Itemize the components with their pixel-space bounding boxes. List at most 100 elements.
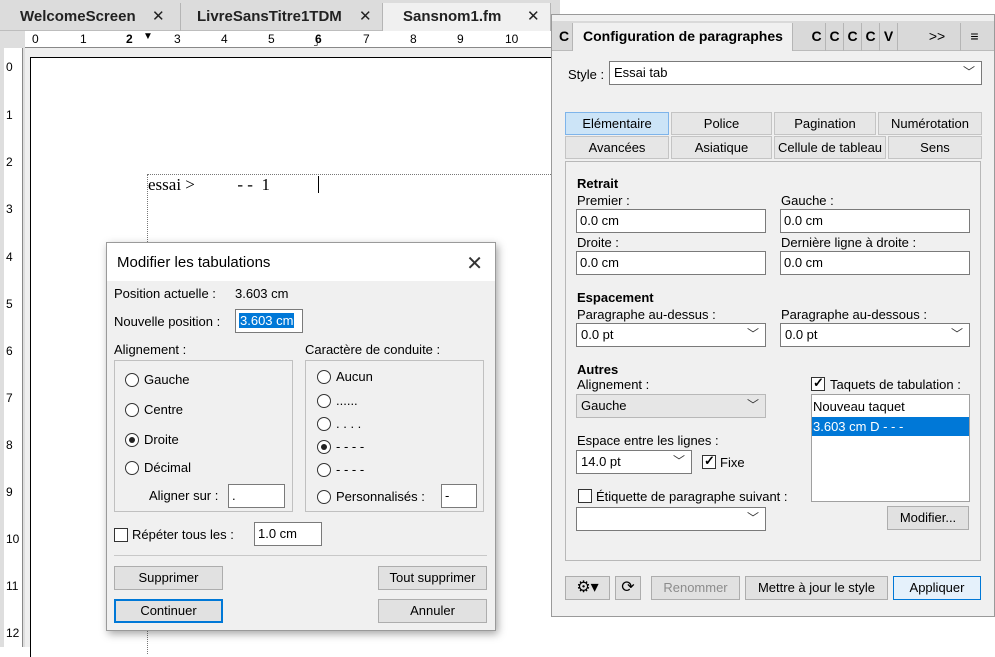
space-below-value: 0.0 pt bbox=[785, 327, 818, 342]
vertical-ruler: 0 1 2 3 4 5 6 7 8 9 10 11 12 bbox=[4, 48, 23, 647]
document-tab-bar: WelcomeScreen ✕ LivreSansTitre1TDM ✕ San… bbox=[0, 0, 560, 31]
apply-button[interactable]: Appliquer bbox=[893, 576, 981, 600]
doc-tab-label: Sansnom1.fm bbox=[403, 8, 502, 25]
right-indent-input[interactable]: 0.0 cm bbox=[576, 251, 766, 275]
refresh-icon[interactable]: ⟳ bbox=[615, 576, 641, 600]
delete-all-button[interactable]: Tout supprimer bbox=[378, 566, 487, 590]
edit-tab-stops-dialog: Modifier les tabulations ✕ Position actu… bbox=[106, 242, 496, 631]
radio-label: Gauche bbox=[144, 372, 190, 387]
list-item[interactable]: Nouveau taquet bbox=[812, 397, 969, 416]
align-decimal-radio[interactable]: Décimal bbox=[125, 460, 191, 475]
continue-button[interactable]: Continuer bbox=[114, 599, 223, 623]
doc-tab-welcomescreen[interactable]: WelcomeScreen ✕ bbox=[0, 3, 181, 31]
panel-tab-collapsed[interactable]: C bbox=[844, 23, 862, 51]
ruler-number: 11 bbox=[6, 579, 19, 593]
close-icon[interactable]: ✕ bbox=[527, 7, 540, 25]
fixed-checkbox[interactable] bbox=[702, 453, 716, 469]
panel-menu-icon[interactable]: ≡ bbox=[960, 23, 988, 51]
rename-button[interactable]: Renommer bbox=[651, 576, 740, 600]
category-pagination[interactable]: Pagination bbox=[774, 112, 876, 135]
panel-tab-collapsed[interactable]: C bbox=[808, 23, 826, 51]
modify-tab-button[interactable]: Modifier... bbox=[887, 506, 969, 530]
next-tag-select[interactable]: ﹀ bbox=[576, 507, 766, 531]
horizontal-ruler[interactable]: 0 1 2 3 4 5 6 7 8 9 10 ▼ ┘ bbox=[25, 31, 560, 50]
new-position-input[interactable]: 3.603 cm bbox=[235, 309, 303, 333]
radio-label: Personnalisés : bbox=[336, 489, 425, 504]
category-sens[interactable]: Sens bbox=[888, 136, 982, 159]
ruler-number: 2 bbox=[126, 32, 133, 46]
more-tabs-icon[interactable]: >> bbox=[922, 23, 952, 51]
leader-dashes-radio[interactable]: - - - - bbox=[317, 439, 364, 454]
panel-tab-collapsed[interactable]: C bbox=[826, 23, 844, 51]
leader-dots-radio[interactable]: ...... bbox=[317, 393, 358, 408]
ruler-number: 8 bbox=[410, 32, 417, 46]
radio-circle-selected bbox=[317, 439, 331, 454]
text-cursor bbox=[318, 176, 319, 193]
chevron-down-icon: ﹀ bbox=[746, 327, 759, 341]
cancel-button[interactable]: Annuler bbox=[378, 599, 487, 623]
leader-custom-radio[interactable]: Personnalisés : bbox=[317, 489, 425, 504]
align-left-radio[interactable]: Gauche bbox=[125, 372, 190, 387]
first-indent-label: Premier : bbox=[577, 193, 630, 208]
close-icon[interactable]: ✕ bbox=[152, 7, 165, 25]
update-style-button[interactable]: Mettre à jour le style bbox=[745, 576, 888, 600]
tab-stops-label: Taquets de tabulation : bbox=[830, 377, 961, 392]
style-select[interactable]: Essai tab ﹀ bbox=[609, 61, 982, 85]
doc-tab-sansnom1[interactable]: Sansnom1.fm ✕ bbox=[383, 3, 551, 31]
document-text[interactable]: essai > - - 1 bbox=[148, 175, 270, 195]
current-position-value: 3.603 cm bbox=[235, 286, 289, 301]
category-elementaire[interactable]: Elémentaire bbox=[565, 112, 669, 135]
ruler-number: 4 bbox=[221, 32, 228, 46]
repeat-checkbox[interactable] bbox=[114, 528, 128, 542]
repeat-interval-input[interactable]: 1.0 cm bbox=[254, 522, 322, 546]
alignment-select[interactable]: Gauche ﹀ bbox=[576, 394, 766, 418]
radio-label: Décimal bbox=[144, 460, 191, 475]
last-line-input[interactable]: 0.0 cm bbox=[780, 251, 970, 275]
line-spacing-value: 14.0 pt bbox=[581, 454, 621, 469]
tab-marker-icon[interactable]: ▼ bbox=[143, 31, 153, 42]
leader-spaced-dashes-radio[interactable]: - - - - bbox=[317, 462, 364, 477]
gear-icon[interactable]: ⚙▾ bbox=[565, 576, 610, 600]
ruler-number: 4 bbox=[6, 250, 13, 264]
chevron-down-icon: ﹀ bbox=[746, 398, 759, 412]
space-above-label: Paragraphe au-dessus : bbox=[577, 307, 716, 322]
first-indent-input[interactable]: 0.0 cm bbox=[576, 209, 766, 233]
radio-label: Aucun bbox=[336, 369, 373, 384]
align-right-radio[interactable]: Droite bbox=[125, 432, 179, 447]
panel-tab-paragraph-designer[interactable]: Configuration de paragraphes bbox=[573, 23, 793, 51]
panel-tab-collapsed[interactable]: C bbox=[862, 23, 880, 51]
new-position-value: 3.603 cm bbox=[239, 313, 295, 328]
panel-tab-collapsed[interactable]: C bbox=[556, 23, 573, 51]
category-numerotation[interactable]: Numérotation bbox=[878, 112, 982, 135]
tab-stops-checkbox[interactable] bbox=[811, 375, 825, 391]
paragraph-designer-panel: C Configuration de paragraphes C C C C V… bbox=[551, 14, 995, 617]
space-below-select[interactable]: 0.0 pt ﹀ bbox=[780, 323, 970, 347]
left-indent-input[interactable]: 0.0 cm bbox=[780, 209, 970, 233]
leader-spaced-dots-radio[interactable]: . . . . bbox=[317, 416, 361, 431]
ruler-number: 0 bbox=[6, 60, 13, 74]
category-cellule-tableau[interactable]: Cellule de tableau bbox=[774, 136, 886, 159]
line-spacing-select[interactable]: 14.0 pt ﹀ bbox=[576, 450, 692, 474]
panel-tab-collapsed[interactable]: V bbox=[880, 23, 898, 51]
tab-stop-icon[interactable]: ┘ bbox=[314, 40, 320, 50]
panel-tab-bar: C Configuration de paragraphes C C C C V… bbox=[552, 21, 994, 51]
leader-none-radio[interactable]: Aucun bbox=[317, 369, 373, 384]
next-tag-label: Étiquette de paragraphe suivant : bbox=[596, 489, 788, 504]
align-on-input[interactable]: . bbox=[228, 484, 285, 508]
space-above-select[interactable]: 0.0 pt ﹀ bbox=[576, 323, 766, 347]
category-asiatique[interactable]: Asiatique bbox=[671, 136, 772, 159]
fixed-label: Fixe bbox=[720, 455, 745, 470]
close-icon[interactable]: ✕ bbox=[359, 7, 372, 25]
next-tag-checkbox[interactable] bbox=[578, 489, 592, 503]
tab-stops-list[interactable]: Nouveau taquet 3.603 cm D - - - bbox=[811, 394, 970, 502]
category-police[interactable]: Police bbox=[671, 112, 772, 135]
radio-label: Centre bbox=[144, 402, 184, 417]
category-avancees[interactable]: Avancées bbox=[565, 136, 669, 159]
doc-tab-livresanstitre[interactable]: LivreSansTitre1TDM ✕ bbox=[181, 3, 383, 31]
delete-button[interactable]: Supprimer bbox=[114, 566, 223, 590]
align-center-radio[interactable]: Centre bbox=[125, 402, 183, 417]
leader-custom-input[interactable]: - bbox=[441, 484, 477, 508]
list-item-selected[interactable]: 3.603 cm D - - - bbox=[812, 417, 969, 436]
space-above-value: 0.0 pt bbox=[581, 327, 614, 342]
close-icon[interactable]: ✕ bbox=[466, 251, 483, 276]
